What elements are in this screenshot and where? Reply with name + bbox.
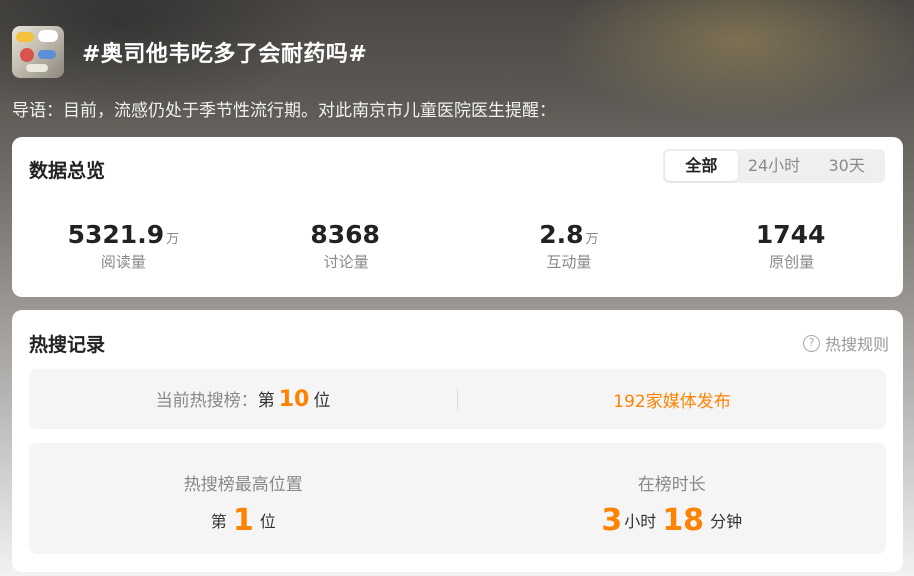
tab-30d[interactable]: 30天 — [810, 151, 883, 181]
topic-thumbnail — [12, 26, 64, 78]
duration-label: 在榜时长 — [637, 475, 706, 495]
current-rank-prefix: 第 — [257, 391, 275, 411]
duration-hours-unit: 小时 — [624, 512, 657, 531]
stat-label: 讨论量 — [323, 253, 369, 271]
topic-lead: 导语：目前，流感仍处于季节性流行期。对此南京市儿童医院医生提醒： — [12, 101, 556, 121]
stat-label: 互动量 — [546, 253, 592, 271]
stat-value: 1744 — [755, 220, 826, 249]
tab-all[interactable]: 全部 — [665, 151, 738, 181]
current-rank: 当前热搜榜：第 10 位 — [29, 386, 457, 412]
stat-reads: 5321.9 万 阅读量 — [12, 220, 235, 272]
current-rank-label: 当前热搜榜： — [155, 391, 258, 411]
rules-label: 热搜规则 — [824, 335, 889, 354]
current-rank-panel: 当前热搜榜：第 10 位 192家媒体发布 — [29, 369, 886, 429]
on-list-duration: 在榜时长 3 小时 18 分钟 — [458, 443, 887, 554]
stat-value: 8368 — [310, 220, 380, 249]
stat-unit: 万 — [585, 232, 599, 247]
peak-prefix: 第 — [210, 512, 227, 531]
hot-search-history-card: 热搜记录 ? 热搜规则 当前热搜榜：第 10 位 192家媒体发布 热搜榜最高位置 … — [12, 310, 903, 572]
stat-original: 1744 原创量 — [680, 220, 903, 272]
stat-value: 2.8 — [539, 220, 584, 249]
peak-suffix: 位 — [259, 512, 276, 531]
question-circle-icon: ? — [802, 334, 820, 352]
stat-label: 阅读量 — [100, 253, 146, 271]
duration-hours: 3 — [601, 503, 623, 538]
hot-search-rules-link[interactable]: ? 热搜规则 — [802, 331, 889, 355]
stat-interactions: 2.8 万 互动量 — [458, 220, 681, 272]
stat-unit: 万 — [166, 232, 180, 247]
overview-card: 数据总览 全部 24小时 30天 5321.9 万 阅读量 8368 讨论量 2.… — [12, 137, 903, 297]
history-title: 热搜记录 — [29, 334, 106, 356]
stat-label: 原创量 — [769, 253, 815, 271]
peak-position: 热搜榜最高位置 第1位 — [29, 443, 458, 554]
duration-minutes-unit: 分钟 — [710, 512, 743, 531]
peak-value: 1 — [232, 503, 254, 538]
overview-title: 数据总览 — [29, 160, 106, 182]
stats-row: 5321.9 万 阅读量 8368 讨论量 2.8 万 互动量 1744 原创量 — [12, 220, 903, 272]
peak-label: 热搜榜最高位置 — [183, 475, 303, 495]
topic-title: #奥司他韦吃多了会耐药吗# — [82, 42, 368, 67]
time-range-tabs: 全部 24小时 30天 — [663, 149, 885, 183]
current-rank-value: 10 — [278, 387, 310, 412]
peak-value-row: 第1位 — [29, 503, 458, 538]
current-rank-suffix: 位 — [313, 391, 331, 411]
duration-value-row: 3 小时 18 分钟 — [458, 503, 887, 538]
peak-panel: 热搜榜最高位置 第1位 在榜时长 3 小时 18 分钟 — [29, 443, 886, 554]
tab-24h[interactable]: 24小时 — [738, 151, 811, 181]
stat-value: 5321.9 — [67, 220, 165, 249]
media-publish-link[interactable]: 192家媒体发布 — [458, 387, 886, 412]
stat-discussions: 8368 讨论量 — [235, 220, 458, 272]
duration-minutes: 18 — [662, 503, 705, 538]
